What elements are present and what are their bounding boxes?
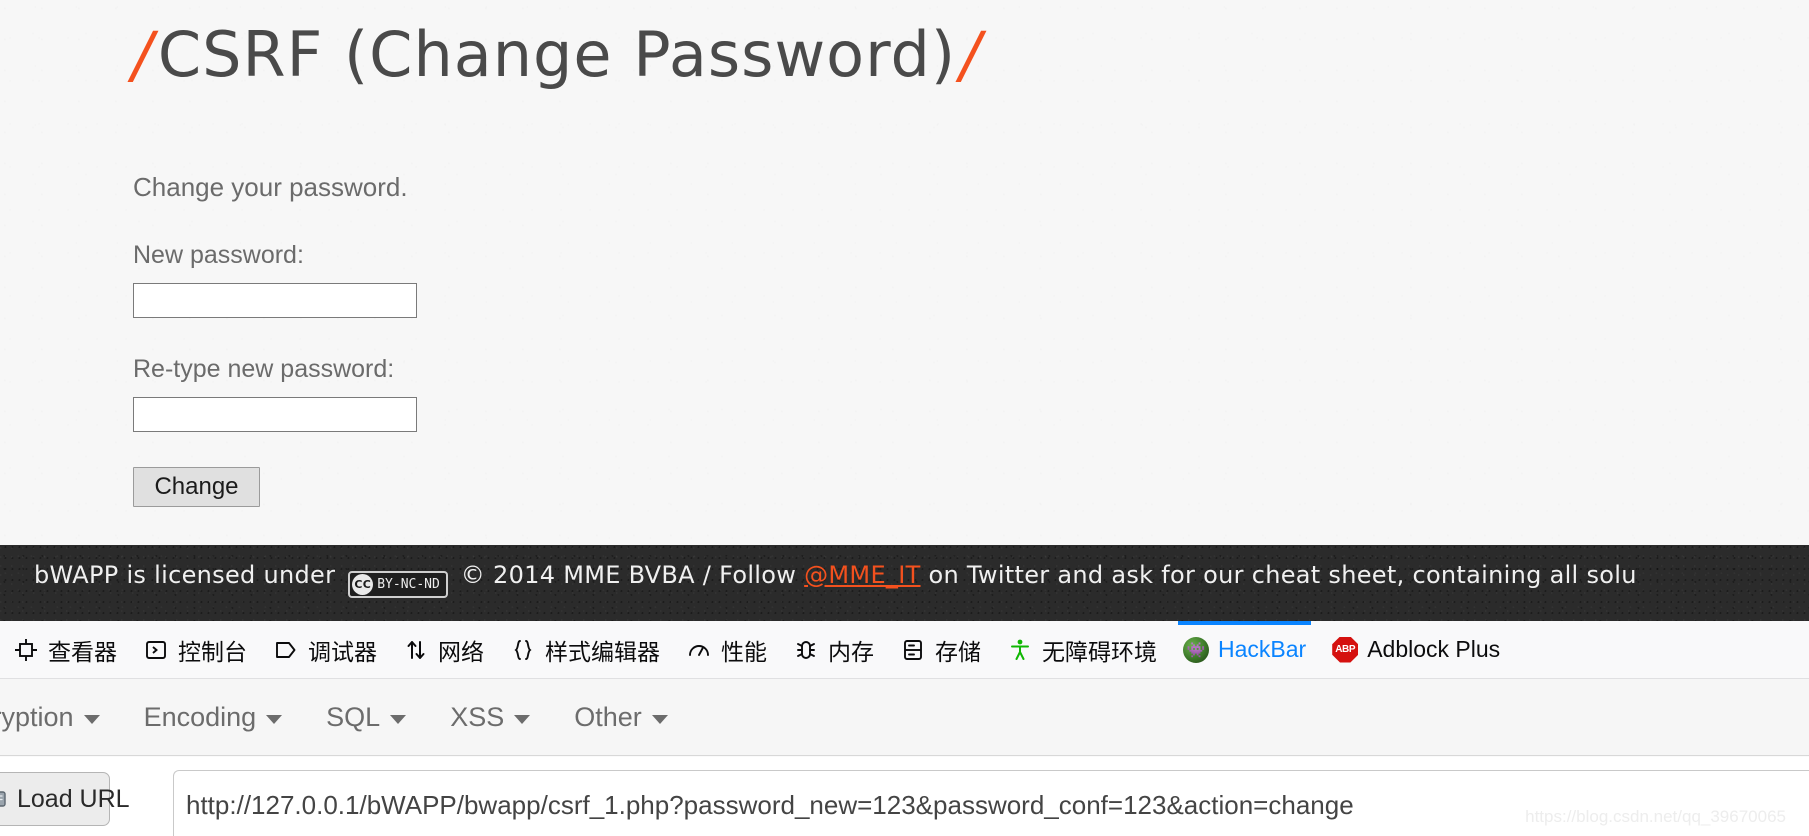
network-icon <box>403 637 429 663</box>
change-password-button[interactable]: Change <box>133 467 260 507</box>
memory-icon <box>793 637 819 663</box>
accessibility-icon <box>1007 637 1033 663</box>
inspector-icon <box>13 637 39 663</box>
license-text-before: bWAPP is licensed under <box>34 561 336 589</box>
devtools-tab-label: 网络 <box>438 638 484 665</box>
hackbar-icon: 👾 <box>1183 636 1209 663</box>
devtools-tab-performance[interactable]: 性能 <box>673 621 780 678</box>
hackbar-menu-label: ncryption <box>0 701 74 732</box>
retype-password-input[interactable] <box>133 397 417 432</box>
devtools-tab-label: 存储 <box>935 638 981 665</box>
console-icon <box>143 637 169 663</box>
devtools-tab-adblock-plus[interactable]: ABP Adblock Plus <box>1319 621 1513 678</box>
devtools-tab-label: 无障碍环境 <box>1042 638 1157 665</box>
storage-icon <box>900 637 926 663</box>
hackbar-menu-encoding[interactable]: Encoding <box>122 702 305 733</box>
load-url-label: Load URL <box>17 784 130 813</box>
retype-password-label: Re-type new password: <box>133 355 395 383</box>
twitter-handle-link[interactable]: @MME_IT <box>804 561 920 589</box>
hackbar-url-bar: Load URL https://blog.csdn.net/qq_396700… <box>0 757 1809 836</box>
new-password-label: New password: <box>133 241 304 269</box>
devtools-tab-storage[interactable]: 存储 <box>887 621 994 678</box>
devtools-tab-label: 控制台 <box>178 638 247 665</box>
license-copyright: © 2014 MME BVBA / Follow <box>460 561 797 589</box>
url-input[interactable] <box>173 770 1809 836</box>
devtools-tab-style-editor[interactable]: 样式编辑器 <box>497 621 673 678</box>
intro-text: Change your password. <box>133 172 408 202</box>
cc-terms-label: BY-NC-ND <box>377 577 440 592</box>
hackbar-menu-label: SQL <box>326 701 381 732</box>
hackbar-menu-encryption[interactable]: ncryption <box>0 702 122 733</box>
debugger-icon <box>273 637 299 663</box>
devtools-tab-debugger[interactable]: 调试器 <box>260 621 390 678</box>
title-slash-right: / <box>960 18 982 91</box>
page-title: /CSRF (Change Password)/ <box>128 22 986 87</box>
hackbar-menu-other[interactable]: Other <box>552 702 690 733</box>
hackbar-menu-label: XSS <box>450 701 505 732</box>
devtools-tab-label: 内存 <box>828 638 874 665</box>
devtools-tab-accessibility[interactable]: 无障碍环境 <box>994 621 1170 678</box>
hackbar-menu-label: Other <box>574 701 642 732</box>
hackbar-menu-xss[interactable]: XSS <box>428 702 552 733</box>
hackbar-menu-bar: ncryption Encoding SQL XSS Other <box>0 679 1809 756</box>
adblock-plus-icon: ABP <box>1332 636 1359 663</box>
devtools-tab-label: 性能 <box>721 638 767 665</box>
load-url-button[interactable]: Load URL <box>0 772 130 826</box>
bwapp-page-content: /CSRF (Change Password)/ Change your pas… <box>0 0 1809 545</box>
chevron-down-icon <box>266 714 283 724</box>
devtools-tab-label: HackBar <box>1218 636 1307 662</box>
devtools-tab-hackbar[interactable]: 👾 HackBar <box>1170 621 1319 678</box>
chevron-down-icon <box>514 714 531 724</box>
cc-mark-icon: CC <box>352 574 374 595</box>
hackbar-menu-sql[interactable]: SQL <box>304 702 428 733</box>
license-text-tail: on Twitter and ask for our cheat sheet, … <box>928 561 1637 589</box>
license-footer: bWAPP is licensed under CC BY-NC-ND © 20… <box>0 545 1809 621</box>
creative-commons-badge: CC BY-NC-ND <box>348 571 448 598</box>
devtools-tab-inspector[interactable]: 查看器 <box>0 621 130 678</box>
devtools-tab-label: 调试器 <box>308 638 377 665</box>
devtools-tab-label: 查看器 <box>48 638 117 665</box>
devtools-tab-memory[interactable]: 内存 <box>780 621 887 678</box>
chevron-down-icon <box>390 714 407 724</box>
devtools-tab-network[interactable]: 网络 <box>390 621 497 678</box>
chevron-down-icon <box>83 714 100 724</box>
performance-icon <box>686 637 712 663</box>
hackbar-menu-label: Encoding <box>143 701 257 732</box>
new-password-input[interactable] <box>133 283 417 318</box>
devtools-tab-label: Adblock Plus <box>1367 636 1501 662</box>
style-editor-icon <box>510 637 536 663</box>
load-url-icon <box>0 786 10 812</box>
title-slash-left: / <box>132 18 154 91</box>
devtools-toolbar: 查看器 控制台 调试器 网络 样式编辑器 性能 内存 存储 无障碍环境 👾 Ha… <box>0 621 1809 679</box>
devtools-tab-label: 样式编辑器 <box>545 638 660 665</box>
devtools-tab-console[interactable]: 控制台 <box>130 621 260 678</box>
license-text: bWAPP is licensed under CC BY-NC-ND © 20… <box>34 561 1637 598</box>
page-title-text: CSRF (Change Password) <box>157 18 957 91</box>
chevron-down-icon <box>651 714 668 724</box>
